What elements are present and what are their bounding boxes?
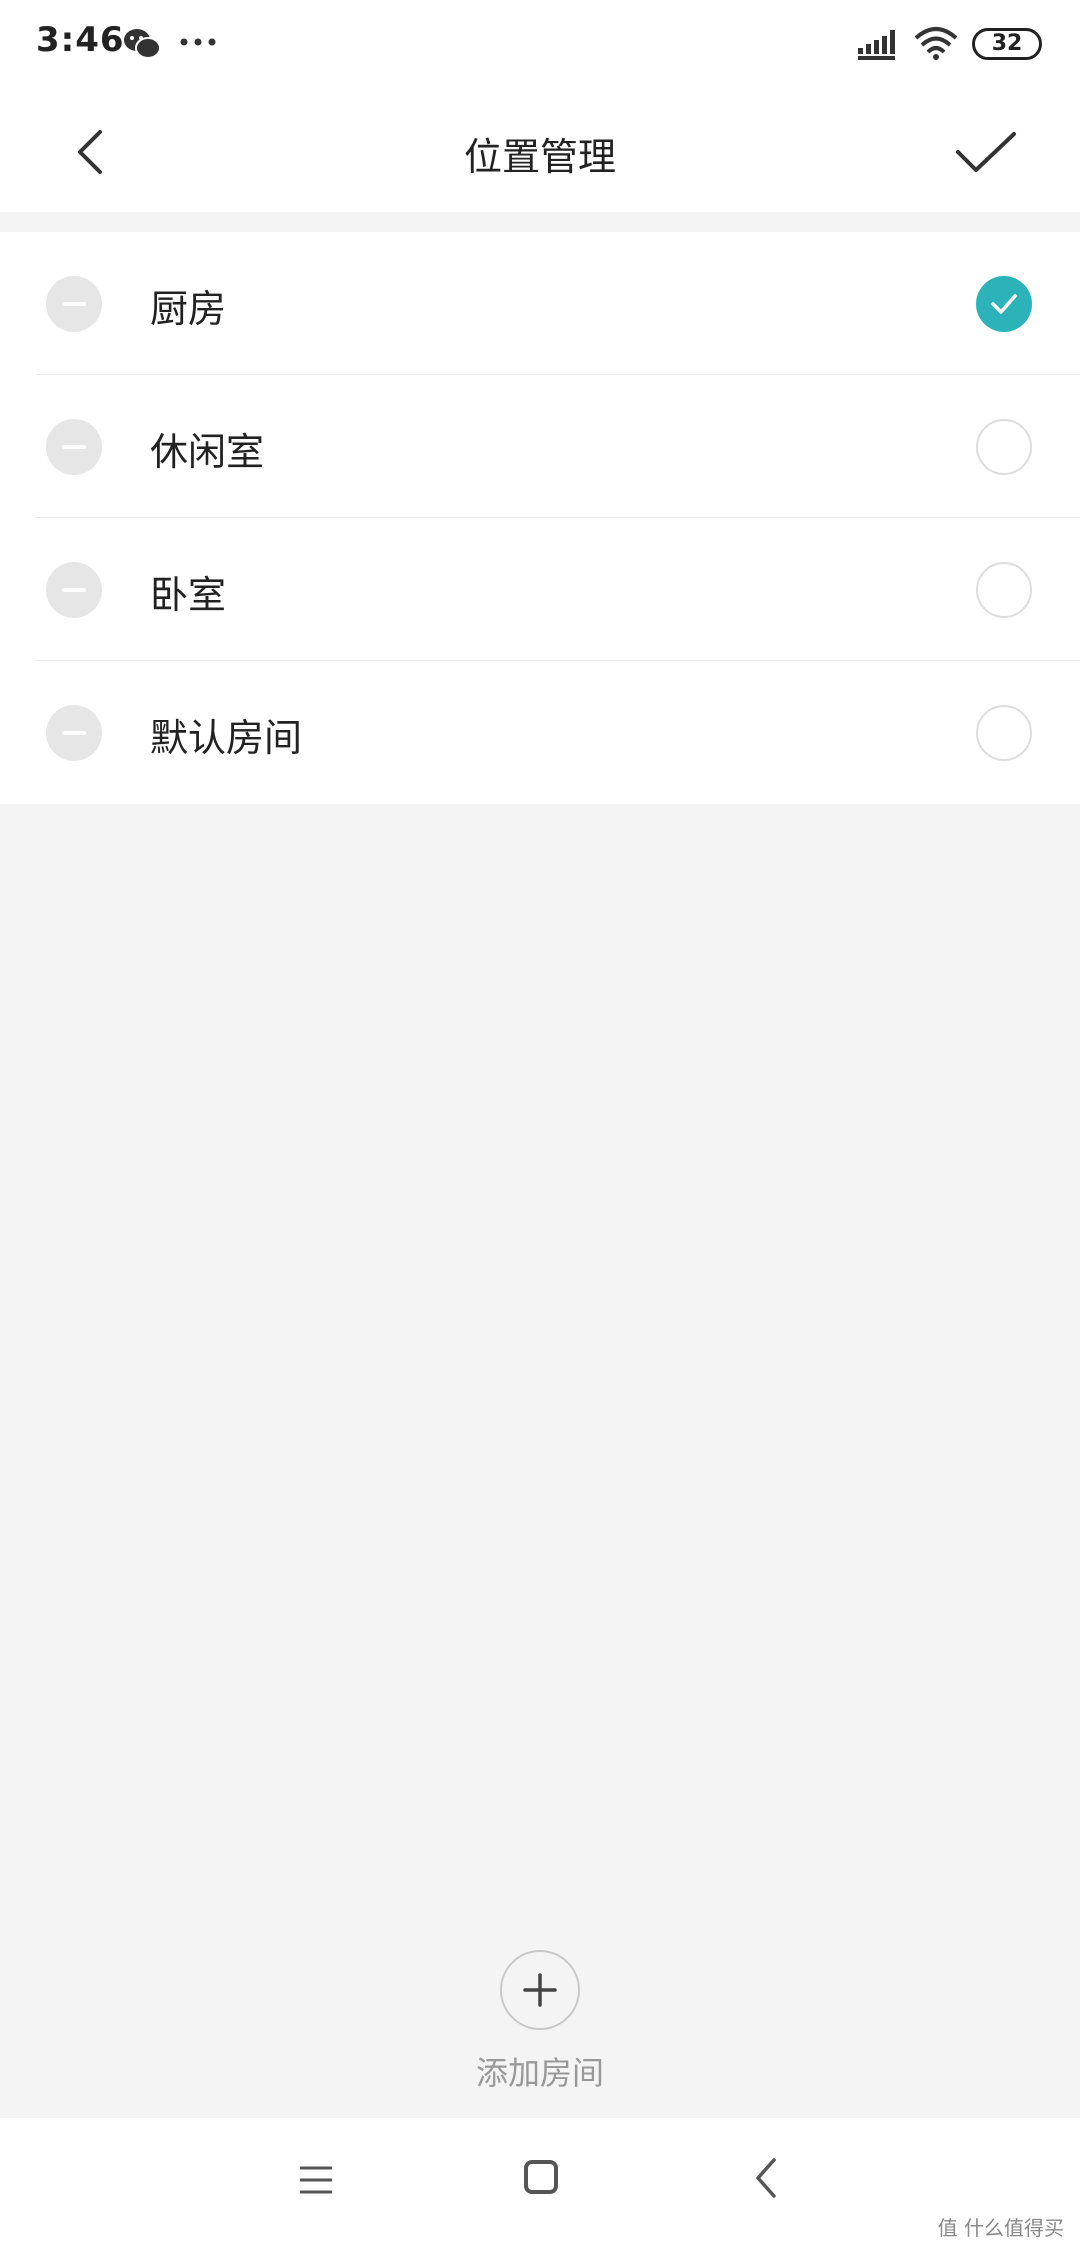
status-time: 3:46 (36, 20, 125, 60)
menu-icon[interactable] (298, 2162, 334, 2198)
header: 位置管理 (0, 92, 1080, 212)
minus-bar (62, 588, 86, 592)
nav-bar (0, 2118, 1080, 2248)
room-row[interactable]: 卧室 (0, 518, 1080, 661)
room-list: 厨房休闲室卧室默认房间 (0, 232, 1080, 804)
home-icon[interactable] (524, 2160, 558, 2194)
minus-bar (62, 445, 86, 449)
section-spacer (0, 212, 1080, 232)
remove-room-icon[interactable] (46, 562, 102, 618)
remove-room-icon[interactable] (46, 705, 102, 761)
radio-unchecked-icon[interactable] (976, 562, 1032, 618)
room-row[interactable]: 默认房间 (0, 661, 1080, 804)
watermark: 值 什么值得买 (937, 2216, 1064, 2240)
room-name: 厨房 (150, 287, 227, 331)
check-icon (991, 294, 1017, 314)
room-row[interactable]: 休闲室 (0, 375, 1080, 518)
status-bar: 3:46 32 (0, 0, 1080, 92)
room-name: 默认房间 (150, 716, 303, 760)
radio-checked-icon[interactable] (976, 276, 1032, 332)
remove-room-icon[interactable] (46, 276, 102, 332)
more-dots-icon (180, 38, 216, 46)
add-room-button[interactable]: 添加房间 (440, 1944, 640, 2094)
room-row[interactable]: 厨房 (0, 232, 1080, 375)
radio-unchecked-icon[interactable] (976, 705, 1032, 761)
back-icon[interactable] (750, 2156, 782, 2200)
radio-unchecked-icon[interactable] (976, 419, 1032, 475)
add-room-label: 添加房间 (475, 2054, 604, 2092)
battery-icon: 32 (972, 28, 1042, 60)
page: 3:46 32 位置管理 厨房 休闲室 卧室 默认房间 添加房间 值 什么值得买 (0, 0, 1080, 2248)
room-name: 休闲室 (150, 430, 265, 474)
remove-room-icon[interactable] (46, 419, 102, 475)
minus-bar (62, 302, 86, 306)
page-title: 位置管理 (463, 135, 616, 179)
checkmark-icon[interactable] (950, 116, 1022, 188)
minus-bar (62, 731, 86, 735)
wifi-icon (914, 27, 958, 60)
room-name: 卧室 (150, 573, 227, 617)
plus-icon (523, 1973, 557, 2007)
signal-icon (858, 30, 895, 60)
add-circle[interactable] (500, 1950, 580, 2030)
wechat-icon (124, 29, 161, 59)
